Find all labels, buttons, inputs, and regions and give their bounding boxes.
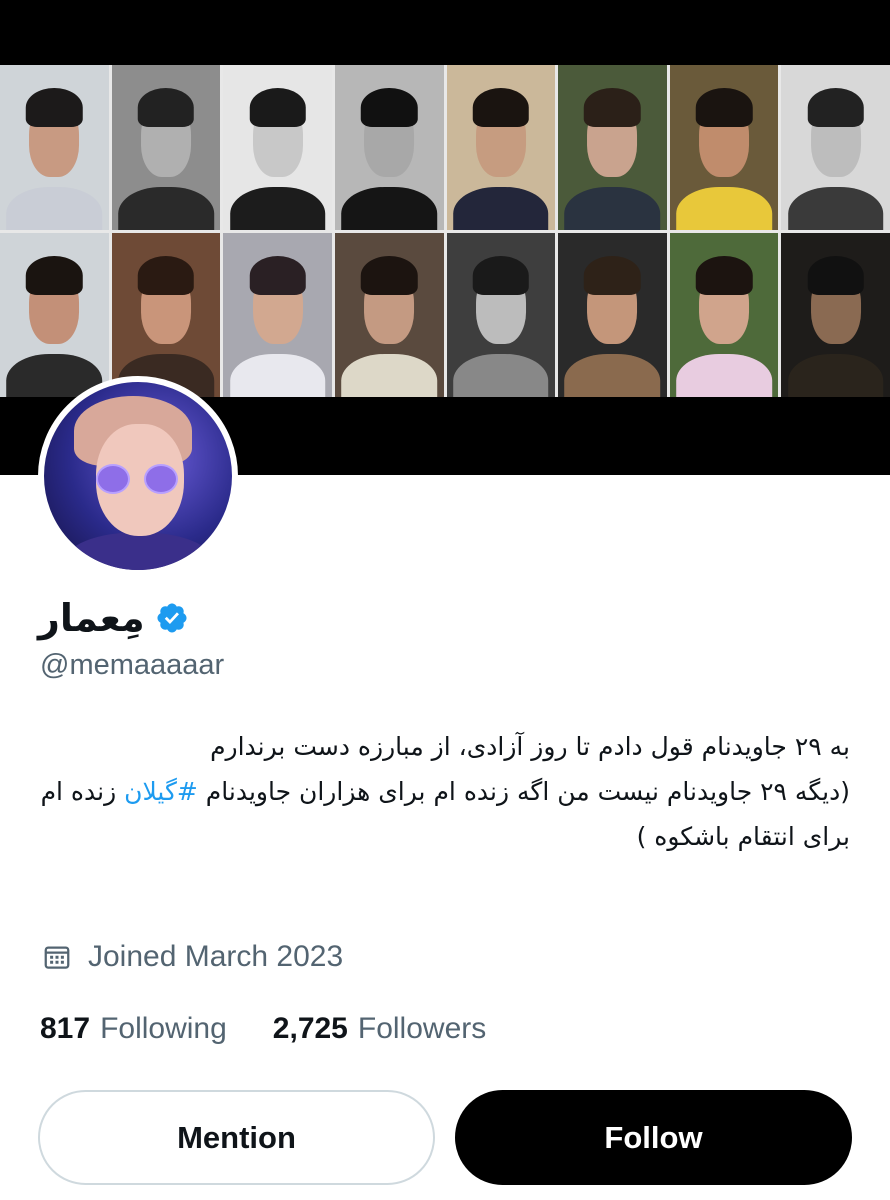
banner-portrait (0, 65, 109, 230)
banner-portrait (111, 232, 221, 397)
banner-portrait (781, 65, 890, 230)
banner-portrait (111, 65, 221, 230)
banner-portrait (781, 232, 890, 397)
follow-button[interactable]: Follow (455, 1090, 852, 1185)
banner-portrait (669, 232, 779, 397)
profile-handle: @memaaaaar (40, 649, 225, 681)
banner-portrait (558, 65, 667, 230)
calendar-icon (44, 946, 70, 969)
followers-link[interactable]: 2,725 Followers (273, 1012, 486, 1046)
banner-portrait (223, 65, 332, 230)
banner-portrait (446, 65, 556, 230)
joined-date: Joined March 2023 (42, 940, 343, 974)
display-name: مِعمار (38, 596, 145, 640)
following-count: 817 (40, 1012, 91, 1045)
joined-text: Joined March 2023 (88, 940, 344, 973)
banner-portrait (223, 232, 332, 397)
following-link[interactable]: 817 Following (40, 1012, 227, 1046)
banner-portrait (334, 232, 444, 397)
profile-name-row: مِعمار (38, 592, 189, 644)
avatar-glasses (96, 464, 130, 494)
banner-portrait (558, 232, 667, 397)
profile-avatar[interactable] (38, 376, 238, 576)
followers-label: Followers (357, 1012, 487, 1045)
bio-line: به ۲۹ جاویدنام قول دادم تا روز آزادی، از… (210, 732, 850, 761)
banner-portrait (0, 232, 109, 397)
mention-button[interactable]: Mention (38, 1090, 435, 1185)
profile-bio: به ۲۹ جاویدنام قول دادم تا روز آزادی، از… (40, 724, 850, 859)
followers-count: 2,725 (272, 1012, 348, 1045)
avatar-glasses (144, 464, 178, 494)
banner-portrait (334, 65, 444, 230)
following-label: Following (100, 1012, 227, 1045)
banner-photo-grid (0, 65, 890, 397)
bio-line: (دیگه ۲۹ جاویدنام نیست من اگه زنده ام بر… (205, 777, 850, 806)
verified-badge-icon[interactable] (155, 601, 189, 635)
avatar-shoulders (64, 532, 214, 570)
banner-portrait (669, 65, 779, 230)
banner-portrait (446, 232, 556, 397)
follow-stats: 817 Following 2,725 Followers (40, 1012, 532, 1046)
bio-hashtag-link[interactable]: #گیلان (124, 777, 198, 806)
